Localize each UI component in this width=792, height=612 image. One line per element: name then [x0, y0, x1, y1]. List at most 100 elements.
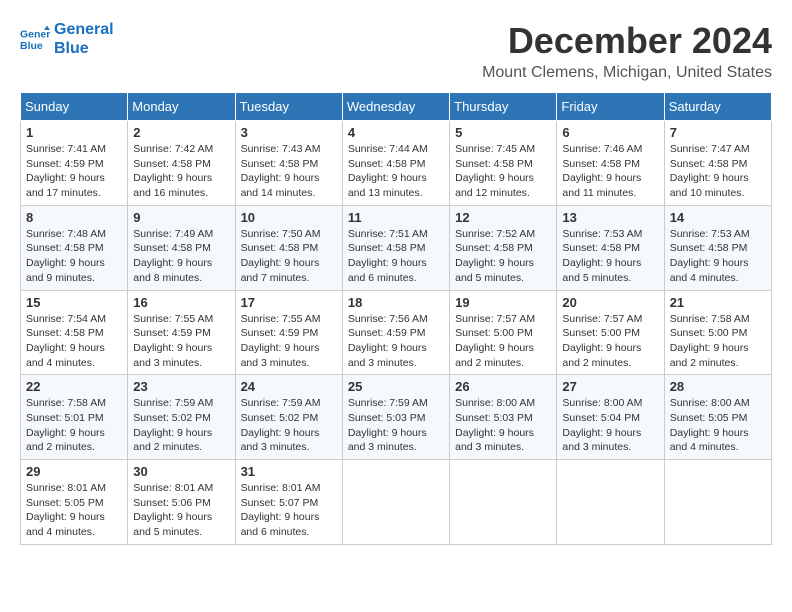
day-info-line: Sunrise: 7:44 AM [348, 142, 444, 157]
day-info: Sunrise: 7:57 AMSunset: 5:00 PMDaylight:… [455, 312, 551, 371]
day-info-line: Sunrise: 7:58 AM [670, 312, 766, 327]
column-header-tuesday: Tuesday [235, 93, 342, 121]
day-info-line: Sunrise: 8:00 AM [670, 396, 766, 411]
day-info: Sunrise: 7:54 AMSunset: 4:58 PMDaylight:… [26, 312, 122, 371]
day-info-line: Daylight: 9 hours and 4 minutes. [26, 341, 122, 370]
day-info: Sunrise: 7:49 AMSunset: 4:58 PMDaylight:… [133, 227, 229, 286]
day-info-line: Sunset: 4:58 PM [348, 241, 444, 256]
day-info: Sunrise: 8:01 AMSunset: 5:05 PMDaylight:… [26, 481, 122, 540]
day-info-line: Daylight: 9 hours and 5 minutes. [562, 256, 658, 285]
day-number: 7 [670, 125, 766, 140]
day-info-line: Sunset: 4:58 PM [455, 241, 551, 256]
day-info-line: Sunset: 5:04 PM [562, 411, 658, 426]
calendar-cell [342, 460, 449, 545]
calendar-cell [450, 460, 557, 545]
day-info: Sunrise: 7:57 AMSunset: 5:00 PMDaylight:… [562, 312, 658, 371]
day-info-line: Sunset: 4:59 PM [133, 326, 229, 341]
day-number: 8 [26, 210, 122, 225]
day-number: 2 [133, 125, 229, 140]
day-info-line: Sunrise: 7:59 AM [348, 396, 444, 411]
day-info-line: Sunrise: 7:53 AM [562, 227, 658, 242]
day-info-line: Sunset: 5:01 PM [26, 411, 122, 426]
calendar-cell: 2 Sunrise: 7:42 AMSunset: 4:58 PMDaylight… [128, 121, 235, 206]
day-info-line: Sunrise: 7:54 AM [26, 312, 122, 327]
day-number: 26 [455, 379, 551, 394]
day-info-line: Sunset: 4:58 PM [26, 241, 122, 256]
day-info-line: Sunrise: 7:48 AM [26, 227, 122, 242]
calendar-cell: 12Sunrise: 7:52 AMSunset: 4:58 PMDayligh… [450, 205, 557, 290]
calendar-cell: 5Sunrise: 7:45 AMSunset: 4:58 PMDaylight… [450, 121, 557, 206]
day-info-line: Daylight: 9 hours and 9 minutes. [26, 256, 122, 285]
day-info-line: Sunrise: 8:01 AM [241, 481, 337, 496]
day-info: Sunrise: 7:58 AMSunset: 5:00 PMDaylight:… [670, 312, 766, 371]
calendar-cell: 18Sunrise: 7:56 AMSunset: 4:59 PMDayligh… [342, 290, 449, 375]
calendar-cell: 22Sunrise: 7:58 AMSunset: 5:01 PMDayligh… [21, 375, 128, 460]
day-info-line: Sunrise: 7:52 AM [455, 227, 551, 242]
day-info-line: Sunset: 4:58 PM [348, 157, 444, 172]
page-subtitle: Mount Clemens, Michigan, United States [482, 64, 772, 82]
calendar-cell: 3Sunrise: 7:43 AMSunset: 4:58 PMDaylight… [235, 121, 342, 206]
day-info-line: Daylight: 9 hours and 13 minutes. [348, 171, 444, 200]
day-info: Sunrise: 7:59 AMSunset: 5:02 PMDaylight:… [133, 396, 229, 455]
day-number: 16 [133, 295, 229, 310]
calendar-cell: 9 Sunrise: 7:49 AMSunset: 4:58 PMDaylight… [128, 205, 235, 290]
day-info-line: Sunset: 5:02 PM [241, 411, 337, 426]
calendar-cell: 30Sunrise: 8:01 AMSunset: 5:06 PMDayligh… [128, 460, 235, 545]
calendar-cell: 29Sunrise: 8:01 AMSunset: 5:05 PMDayligh… [21, 460, 128, 545]
calendar-cell: 28Sunrise: 8:00 AMSunset: 5:05 PMDayligh… [664, 375, 771, 460]
day-info-line: Sunset: 4:58 PM [455, 157, 551, 172]
day-info: Sunrise: 7:42 AMSunset: 4:58 PMDaylight:… [133, 142, 229, 201]
day-info-line: Daylight: 9 hours and 5 minutes. [133, 510, 229, 539]
calendar-cell: 23 Sunrise: 7:59 AMSunset: 5:02 PMDayligh… [128, 375, 235, 460]
day-info-line: Sunset: 4:58 PM [133, 241, 229, 256]
day-info-line: Daylight: 9 hours and 6 minutes. [241, 510, 337, 539]
day-number: 3 [241, 125, 337, 140]
day-info-line: Sunset: 4:58 PM [562, 157, 658, 172]
calendar-week-row: 8Sunrise: 7:48 AMSunset: 4:58 PMDaylight… [21, 205, 772, 290]
day-info-line: Daylight: 9 hours and 4 minutes. [26, 510, 122, 539]
day-number: 4 [348, 125, 444, 140]
calendar-cell: 6Sunrise: 7:46 AMSunset: 4:58 PMDaylight… [557, 121, 664, 206]
day-info-line: Sunrise: 7:51 AM [348, 227, 444, 242]
day-info: Sunrise: 7:47 AMSunset: 4:58 PMDaylight:… [670, 142, 766, 201]
column-header-monday: Monday [128, 93, 235, 121]
day-info-line: Daylight: 9 hours and 7 minutes. [241, 256, 337, 285]
calendar-cell: 20Sunrise: 7:57 AMSunset: 5:00 PMDayligh… [557, 290, 664, 375]
day-info-line: Sunset: 5:03 PM [348, 411, 444, 426]
day-number: 24 [241, 379, 337, 394]
day-info-line: Sunrise: 7:57 AM [455, 312, 551, 327]
day-info-line: Sunset: 5:03 PM [455, 411, 551, 426]
day-info-line: Sunrise: 7:41 AM [26, 142, 122, 157]
svg-text:General: General [20, 29, 50, 41]
calendar-cell: 7 Sunrise: 7:47 AMSunset: 4:58 PMDaylight… [664, 121, 771, 206]
day-number: 9 [133, 210, 229, 225]
logo-icon: General Blue [20, 24, 50, 54]
day-info: Sunrise: 7:50 AMSunset: 4:58 PMDaylight:… [241, 227, 337, 286]
day-info-line: Daylight: 9 hours and 2 minutes. [670, 341, 766, 370]
day-info-line: Sunrise: 7:58 AM [26, 396, 122, 411]
calendar-cell: 8 Sunrise: 7:48 AMSunset: 4:58 PMDaylight… [21, 205, 128, 290]
logo-text-line2: Blue [54, 39, 114, 58]
day-info-line: Sunset: 4:58 PM [26, 326, 122, 341]
day-info: Sunrise: 7:44 AMSunset: 4:58 PMDaylight:… [348, 142, 444, 201]
day-info-line: Daylight: 9 hours and 4 minutes. [670, 426, 766, 455]
calendar-cell: 17Sunrise: 7:55 AMSunset: 4:59 PMDayligh… [235, 290, 342, 375]
day-info-line: Sunrise: 7:50 AM [241, 227, 337, 242]
calendar-cell: 24Sunrise: 7:59 AMSunset: 5:02 PMDayligh… [235, 375, 342, 460]
day-info-line: Sunset: 5:05 PM [26, 496, 122, 511]
day-info: Sunrise: 7:53 AMSunset: 4:58 PMDaylight:… [670, 227, 766, 286]
page-title: December 2024 [482, 20, 772, 62]
day-number: 10 [241, 210, 337, 225]
day-info-line: Sunrise: 7:45 AM [455, 142, 551, 157]
day-number: 5 [455, 125, 551, 140]
day-info-line: Daylight: 9 hours and 8 minutes. [133, 256, 229, 285]
day-number: 14 [670, 210, 766, 225]
day-number: 23 [133, 379, 229, 394]
day-info-line: Daylight: 9 hours and 3 minutes. [241, 341, 337, 370]
calendar-cell: 4 Sunrise: 7:44 AMSunset: 4:58 PMDaylight… [342, 121, 449, 206]
day-number: 28 [670, 379, 766, 394]
day-info-line: Daylight: 9 hours and 3 minutes. [241, 426, 337, 455]
day-info-line: Daylight: 9 hours and 3 minutes. [455, 426, 551, 455]
day-number: 18 [348, 295, 444, 310]
calendar-cell: 10 Sunrise: 7:50 AMSunset: 4:58 PMDayligh… [235, 205, 342, 290]
